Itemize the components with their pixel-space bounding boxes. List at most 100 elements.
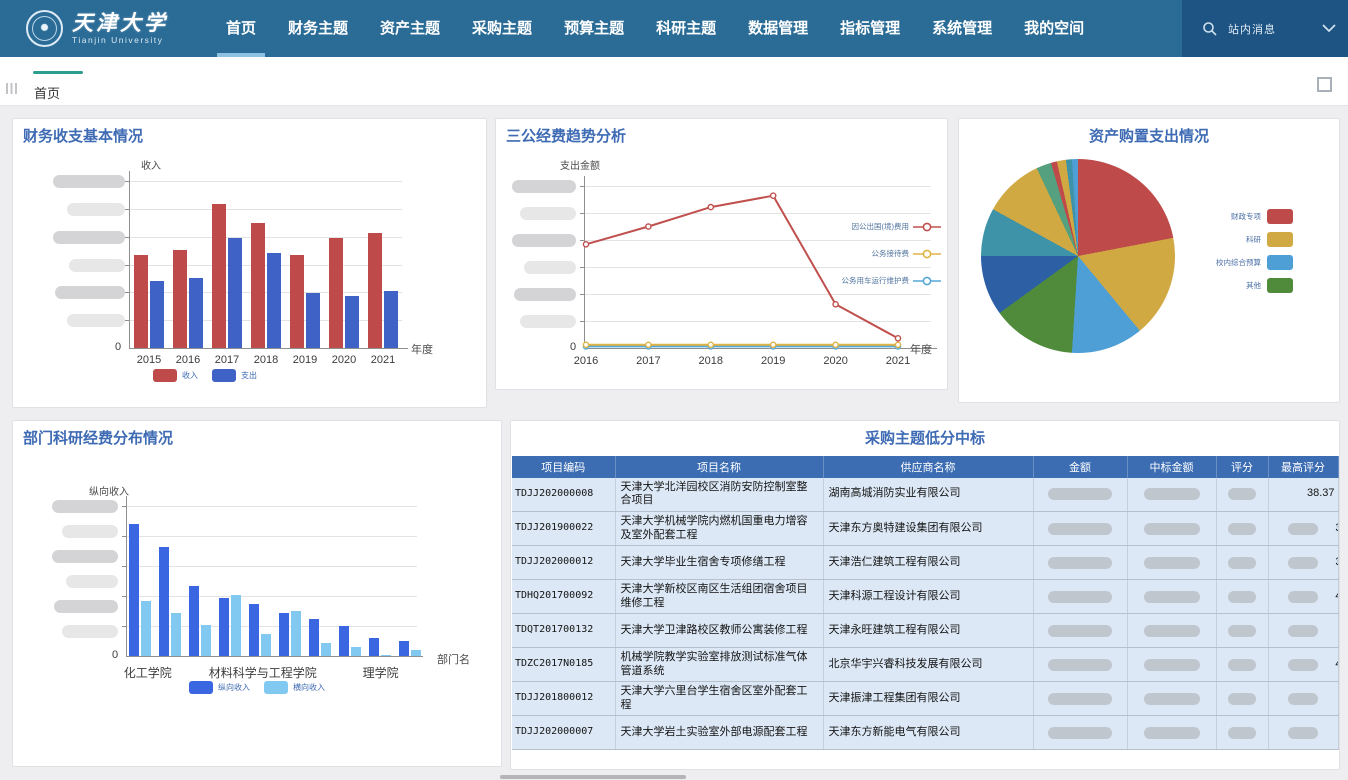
bar-横向收入 [171, 613, 181, 657]
chevron-down-icon[interactable] [1322, 24, 1336, 33]
x-axis-title: 部门名 [437, 651, 470, 667]
y-origin-label: 0 [570, 341, 576, 353]
cell-project-name: 天津大学新校区南区生活组团宿舍项目维修工程 [615, 580, 823, 614]
nav-item-数据管理[interactable]: 数据管理 [732, 0, 824, 57]
gridline [584, 186, 931, 187]
redacted-value [1288, 625, 1318, 637]
x-axis-line [126, 656, 423, 657]
bar-横向收入 [321, 643, 331, 657]
redacted-ytick-label [69, 259, 125, 272]
nav-item-首页[interactable]: 首页 [210, 0, 272, 57]
layout-checkbox[interactable] [1317, 77, 1332, 92]
x-tick-label: 2020 [332, 354, 356, 366]
legend-item-因公出国(境)费用[interactable]: 因公出国(境)费用 [811, 221, 941, 232]
bar-横向收入 [231, 595, 241, 657]
x-tick-label: 2017 [215, 354, 239, 366]
redacted-ytick-label [67, 203, 125, 216]
legend-line-marker [913, 222, 941, 232]
bar-横向收入 [291, 611, 301, 656]
legend-label: 校内综合预算 [1199, 257, 1261, 268]
redacted-value [1144, 488, 1200, 500]
redacted-value [1288, 727, 1318, 739]
nav-item-我的空间[interactable]: 我的空间 [1008, 0, 1100, 57]
legend-item-支出[interactable]: 支出 [212, 369, 257, 382]
cell-score [1216, 478, 1268, 512]
bar-收入 [173, 250, 187, 349]
redacted-ytick-label [520, 207, 576, 220]
bar-纵向收入 [159, 547, 169, 657]
cell-max-score: 3 [1268, 512, 1338, 546]
legend-item-其他[interactable]: 其他 [1199, 278, 1293, 293]
legend-label: 其他 [1199, 280, 1261, 291]
cell-supplier: 天津永旺建筑工程有限公司 [823, 614, 1033, 648]
nav-item-采购主题[interactable]: 采购主题 [456, 0, 548, 57]
table-row: TDHQ201700092天津大学新校区南区生活组团宿舍项目维修工程天津科源工程… [512, 580, 1338, 614]
redacted-value [1228, 557, 1256, 569]
legend-label: 支出 [241, 370, 257, 381]
redacted-value [1048, 557, 1112, 569]
y-axis-line [584, 176, 585, 348]
cell-max-score: 3 [1268, 546, 1338, 580]
nav-item-资产主题[interactable]: 资产主题 [364, 0, 456, 57]
nav-item-财务主题[interactable]: 财务主题 [272, 0, 364, 57]
redacted-value [1228, 659, 1256, 671]
nav-search-area: 站内消息 [1182, 0, 1348, 57]
legend-item-横向收入[interactable]: 横向收入 [264, 681, 325, 694]
column-header-供应商名称: 供应商名称 [823, 457, 1033, 478]
redacted-value [1288, 557, 1318, 569]
legend-item-公务接待费[interactable]: 公务接待费 [811, 248, 941, 259]
bar-纵向收入 [249, 604, 259, 657]
legend-item-公务用车运行维护费[interactable]: 公务用车运行维护费 [811, 275, 941, 286]
bar-收入 [329, 238, 343, 348]
cell-project-code: TDZC2017N0185 [512, 648, 615, 682]
horizontal-scrollbar-thumb[interactable] [500, 775, 686, 779]
bar-收入 [134, 255, 148, 349]
redacted-value [1144, 659, 1200, 671]
table-row: TDQT201700132天津大学卫津路校区教师公寓装修工程天津永旺建筑工程有限… [512, 614, 1338, 648]
redacted-ytick-label [524, 261, 576, 274]
bar-支出 [267, 253, 281, 348]
x-tick-label: 理学院 [363, 664, 399, 681]
x-tick-label: 2015 [137, 354, 161, 366]
column-header-金额: 金额 [1033, 457, 1127, 478]
table-header-row: 项目编码项目名称供应商名称金额中标金额评分最高评分 [512, 457, 1338, 478]
cell-amount [1033, 716, 1127, 750]
nav-item-系统管理[interactable]: 系统管理 [916, 0, 1008, 57]
legend-item-科研[interactable]: 科研 [1199, 232, 1293, 247]
redacted-value [1144, 625, 1200, 637]
cell-bid-amount [1127, 614, 1216, 648]
search-icon[interactable] [1202, 21, 1218, 37]
cell-max-score [1268, 716, 1338, 750]
university-logo: 天津大学 Tianjin University [26, 10, 168, 47]
cell-score [1216, 546, 1268, 580]
university-emblem-icon [26, 10, 63, 47]
redacted-value [1048, 727, 1112, 739]
nav-item-预算主题[interactable]: 预算主题 [548, 0, 640, 57]
legend-item-财政专项[interactable]: 财政专项 [1199, 209, 1293, 224]
bar-支出 [306, 293, 320, 348]
x-tick-label: 2020 [823, 355, 847, 367]
legend-item-校内综合预算[interactable]: 校内综合预算 [1199, 255, 1293, 270]
gridline [129, 181, 402, 182]
cell-amount [1033, 512, 1127, 546]
legend-item-纵向收入[interactable]: 纵向收入 [189, 681, 250, 694]
bar-收入 [251, 223, 265, 348]
legend-label: 公务接待费 [872, 248, 910, 259]
redacted-value [1228, 625, 1256, 637]
tab-home[interactable]: 首页 [34, 83, 60, 102]
nav-item-指标管理[interactable]: 指标管理 [824, 0, 916, 57]
panel-three-public-trend: 三公经费趋势分析 0支出金额年度201620172018201920202021… [495, 118, 948, 390]
gridline [584, 321, 931, 322]
site-message-label[interactable]: 站内消息 [1228, 21, 1276, 37]
bar-纵向收入 [189, 586, 199, 657]
cell-bid-amount [1127, 648, 1216, 682]
legend-swatch [189, 681, 213, 694]
drag-handle-icon[interactable] [6, 83, 17, 94]
bar-纵向收入 [399, 641, 409, 656]
column-header-中标金额: 中标金额 [1127, 457, 1216, 478]
legend-item-收入[interactable]: 收入 [153, 369, 198, 382]
cell-supplier: 天津东方新能电气有限公司 [823, 716, 1033, 750]
nav-item-科研主题[interactable]: 科研主题 [640, 0, 732, 57]
cell-project-code: TDHQ201700092 [512, 580, 615, 614]
gridline [126, 506, 417, 507]
